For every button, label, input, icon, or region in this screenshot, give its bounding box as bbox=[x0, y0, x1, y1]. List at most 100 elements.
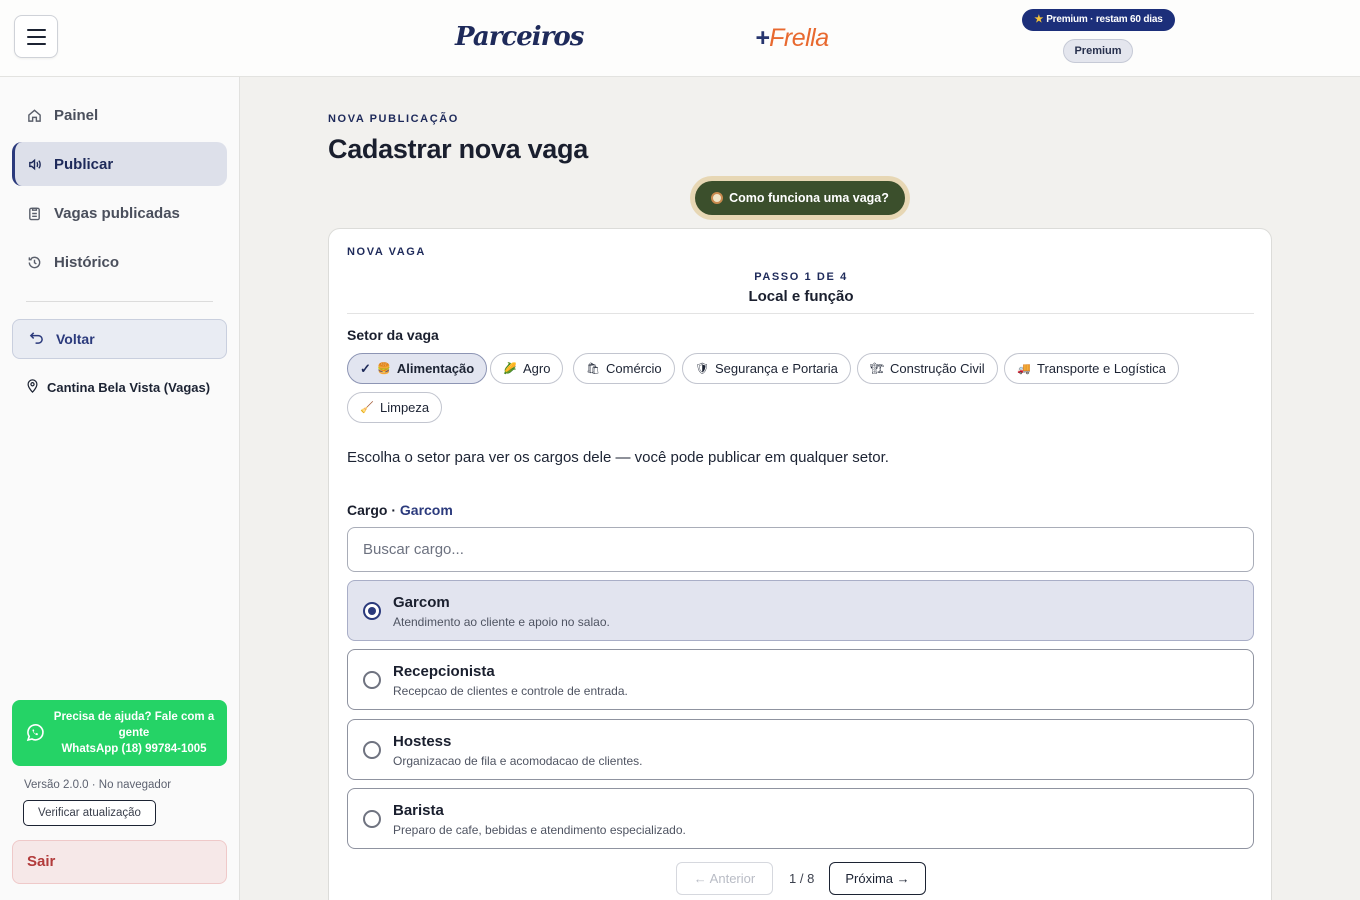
frella-logo: +Frella bbox=[755, 22, 829, 54]
sidebar: Painel Publicar Vagas publicadas Históri… bbox=[0, 77, 240, 900]
role-option-desc: Recepcao de clientes e controle de entra… bbox=[393, 684, 628, 698]
hamburger-icon-line bbox=[26, 35, 46, 38]
role-option-barista[interactable]: Barista Preparo de cafe, bebidas e atend… bbox=[347, 788, 1254, 849]
back-button[interactable]: Voltar bbox=[12, 319, 227, 359]
role-option-garcom[interactable]: Garcom Atendimento ao cliente e apoio no… bbox=[347, 580, 1254, 641]
how-it-works-label: Como funciona uma vaga? bbox=[729, 191, 889, 205]
map-pin-icon bbox=[26, 379, 39, 396]
sector-chip-comercio[interactable]: 🛍 Comércio bbox=[573, 353, 675, 384]
home-icon bbox=[26, 107, 42, 123]
sector-chip-agro[interactable]: 🌽 Agro bbox=[490, 353, 564, 384]
sector-chip-label: Comércio bbox=[606, 361, 662, 376]
sidebar-item-publicar[interactable]: Publicar bbox=[12, 142, 227, 186]
radio-icon[interactable] bbox=[363, 810, 381, 828]
role-search-input[interactable] bbox=[347, 527, 1254, 572]
megaphone-icon bbox=[26, 156, 42, 172]
parceiros-logo: Parceiros bbox=[455, 22, 584, 52]
location-name: Cantina Bela Vista (Vagas) bbox=[47, 380, 211, 395]
sector-label: Setor da vaga bbox=[347, 327, 439, 343]
sector-chip-label: Alimentação bbox=[396, 361, 475, 376]
role-option-desc: Atendimento ao cliente e apoio no salao. bbox=[393, 615, 610, 629]
sector-chip-label: Limpeza bbox=[380, 400, 430, 415]
radio-selected-icon[interactable] bbox=[363, 602, 381, 620]
sidebar-item-painel[interactable]: Painel bbox=[12, 93, 227, 137]
page-indicator: 1 / 8 bbox=[789, 871, 815, 886]
sector-hint: Escolha o setor para ver os cargos dele … bbox=[347, 449, 889, 466]
role-option-name: Garcom bbox=[393, 594, 450, 611]
premium-button[interactable]: Premium bbox=[1063, 39, 1133, 63]
back-button-label: Voltar bbox=[56, 331, 95, 347]
sector-chip-label: Segurança e Portaria bbox=[715, 361, 838, 376]
role-option-name: Hostess bbox=[393, 733, 452, 750]
truck-icon: 🚚 bbox=[1017, 363, 1031, 375]
check-update-button[interactable]: Verificar atualização bbox=[23, 800, 156, 826]
sector-chip-transporte[interactable]: 🚚 Transporte e Logística bbox=[1004, 353, 1179, 384]
sector-chip-label: Construção Civil bbox=[890, 361, 985, 376]
location-display: Cantina Bela Vista (Vagas) bbox=[26, 379, 210, 396]
card-eyebrow: NOVA VAGA bbox=[347, 246, 426, 258]
premium-status-badge: ★ Premium · restam 60 dias bbox=[1022, 9, 1175, 31]
sidebar-divider bbox=[26, 301, 213, 302]
radio-icon[interactable] bbox=[363, 741, 381, 759]
new-job-form-card: NOVA VAGA PASSO 1 DE 4 Local e função Se… bbox=[328, 228, 1272, 900]
how-it-works-button-inner: Como funciona uma vaga? bbox=[695, 181, 905, 215]
corn-icon: 🌽 bbox=[503, 363, 517, 375]
hamburger-icon-line bbox=[26, 28, 46, 31]
version-text: Versão 2.0.0 · No navegador bbox=[24, 779, 172, 791]
star-icon: ★ bbox=[1034, 14, 1044, 25]
hamburger-icon-line bbox=[26, 42, 46, 45]
how-it-works-button[interactable]: Como funciona uma vaga? bbox=[690, 176, 910, 220]
sector-chip-construcao[interactable]: 🏗 Construção Civil bbox=[857, 353, 998, 384]
sidebar-item-vagas-publicadas[interactable]: Vagas publicadas bbox=[12, 191, 227, 235]
sidebar-item-label: Vagas publicadas bbox=[54, 204, 180, 222]
sector-chip-limpeza[interactable]: 🧹 Limpeza bbox=[347, 392, 443, 423]
role-label-text: Cargo · bbox=[347, 502, 400, 518]
sidebar-item-historico[interactable]: Histórico bbox=[12, 240, 227, 284]
page-title: Cadastrar nova vaga bbox=[328, 134, 588, 164]
role-selected-name: Garcom bbox=[399, 502, 453, 518]
whatsapp-icon bbox=[26, 724, 44, 742]
history-icon bbox=[26, 254, 42, 270]
clipboard-icon bbox=[26, 205, 42, 221]
role-option-desc: Organizacao de fila e acomodacao de clie… bbox=[393, 754, 643, 768]
step-title: Local e função bbox=[748, 288, 854, 305]
frella-logo-plus: + bbox=[755, 24, 770, 52]
sector-chip-seguranca[interactable]: 🛡 Segurança e Portaria bbox=[682, 353, 851, 384]
menu-button[interactable] bbox=[14, 15, 58, 58]
burger-icon: 🍔 bbox=[377, 363, 391, 375]
shield-icon: 🛡 bbox=[695, 363, 709, 375]
role-option-recepcionista[interactable]: Recepcionista Recepcao de clientes e con… bbox=[347, 649, 1254, 710]
construction-icon: 🏗 bbox=[870, 363, 884, 375]
sidebar-item-label: Painel bbox=[54, 106, 99, 124]
radio-icon[interactable] bbox=[363, 671, 381, 689]
page-eyebrow: NOVA PUBLICAÇÃO bbox=[328, 113, 459, 125]
pagination: ← Anterior 1 / 8 Próxima → bbox=[329, 862, 1273, 896]
whatsapp-help-button[interactable]: Precisa de ajuda? Fale com a gente Whats… bbox=[12, 700, 227, 766]
clock-icon bbox=[711, 192, 724, 204]
role-label: Cargo · Garcom bbox=[347, 502, 453, 518]
sector-chip-label: Transporte e Logística bbox=[1037, 361, 1166, 376]
premium-status-text: Premium · restam 60 dias bbox=[1046, 14, 1163, 25]
role-option-name: Barista bbox=[393, 802, 444, 819]
logout-button[interactable]: Sair bbox=[12, 840, 227, 884]
help-text: Precisa de ajuda? Fale com a gente bbox=[53, 711, 215, 739]
card-divider bbox=[347, 313, 1254, 314]
undo-arrow-icon bbox=[29, 330, 44, 348]
sidebar-item-label: Publicar bbox=[54, 155, 114, 173]
sector-chip-label: Agro bbox=[523, 361, 551, 376]
help-phone: WhatsApp (18) 99784-1005 bbox=[61, 743, 207, 755]
role-option-name: Recepcionista bbox=[393, 663, 495, 680]
role-option-hostess[interactable]: Hostess Organizacao de fila e acomodacao… bbox=[347, 719, 1254, 780]
help-text-block: Precisa de ajuda? Fale com a gente Whats… bbox=[50, 709, 218, 757]
role-option-desc: Preparo de cafe, bebidas e atendimento e… bbox=[393, 823, 686, 837]
sidebar-item-label: Histórico bbox=[54, 253, 120, 271]
sector-chip-alimentacao[interactable]: ✓ 🍔 Alimentação bbox=[347, 353, 488, 384]
broom-icon: 🧹 bbox=[360, 402, 374, 414]
next-page-button[interactable]: Próxima → bbox=[829, 862, 926, 895]
step-indicator: PASSO 1 DE 4 bbox=[754, 271, 848, 283]
frella-logo-name: Frella bbox=[769, 24, 829, 52]
check-icon: ✓ bbox=[360, 360, 371, 376]
top-bar: Parceiros +Frella ★ Premium · restam 60 d… bbox=[0, 0, 1360, 77]
shopping-bag-icon: 🛍 bbox=[586, 363, 600, 375]
previous-page-button[interactable]: ← Anterior bbox=[676, 862, 773, 895]
